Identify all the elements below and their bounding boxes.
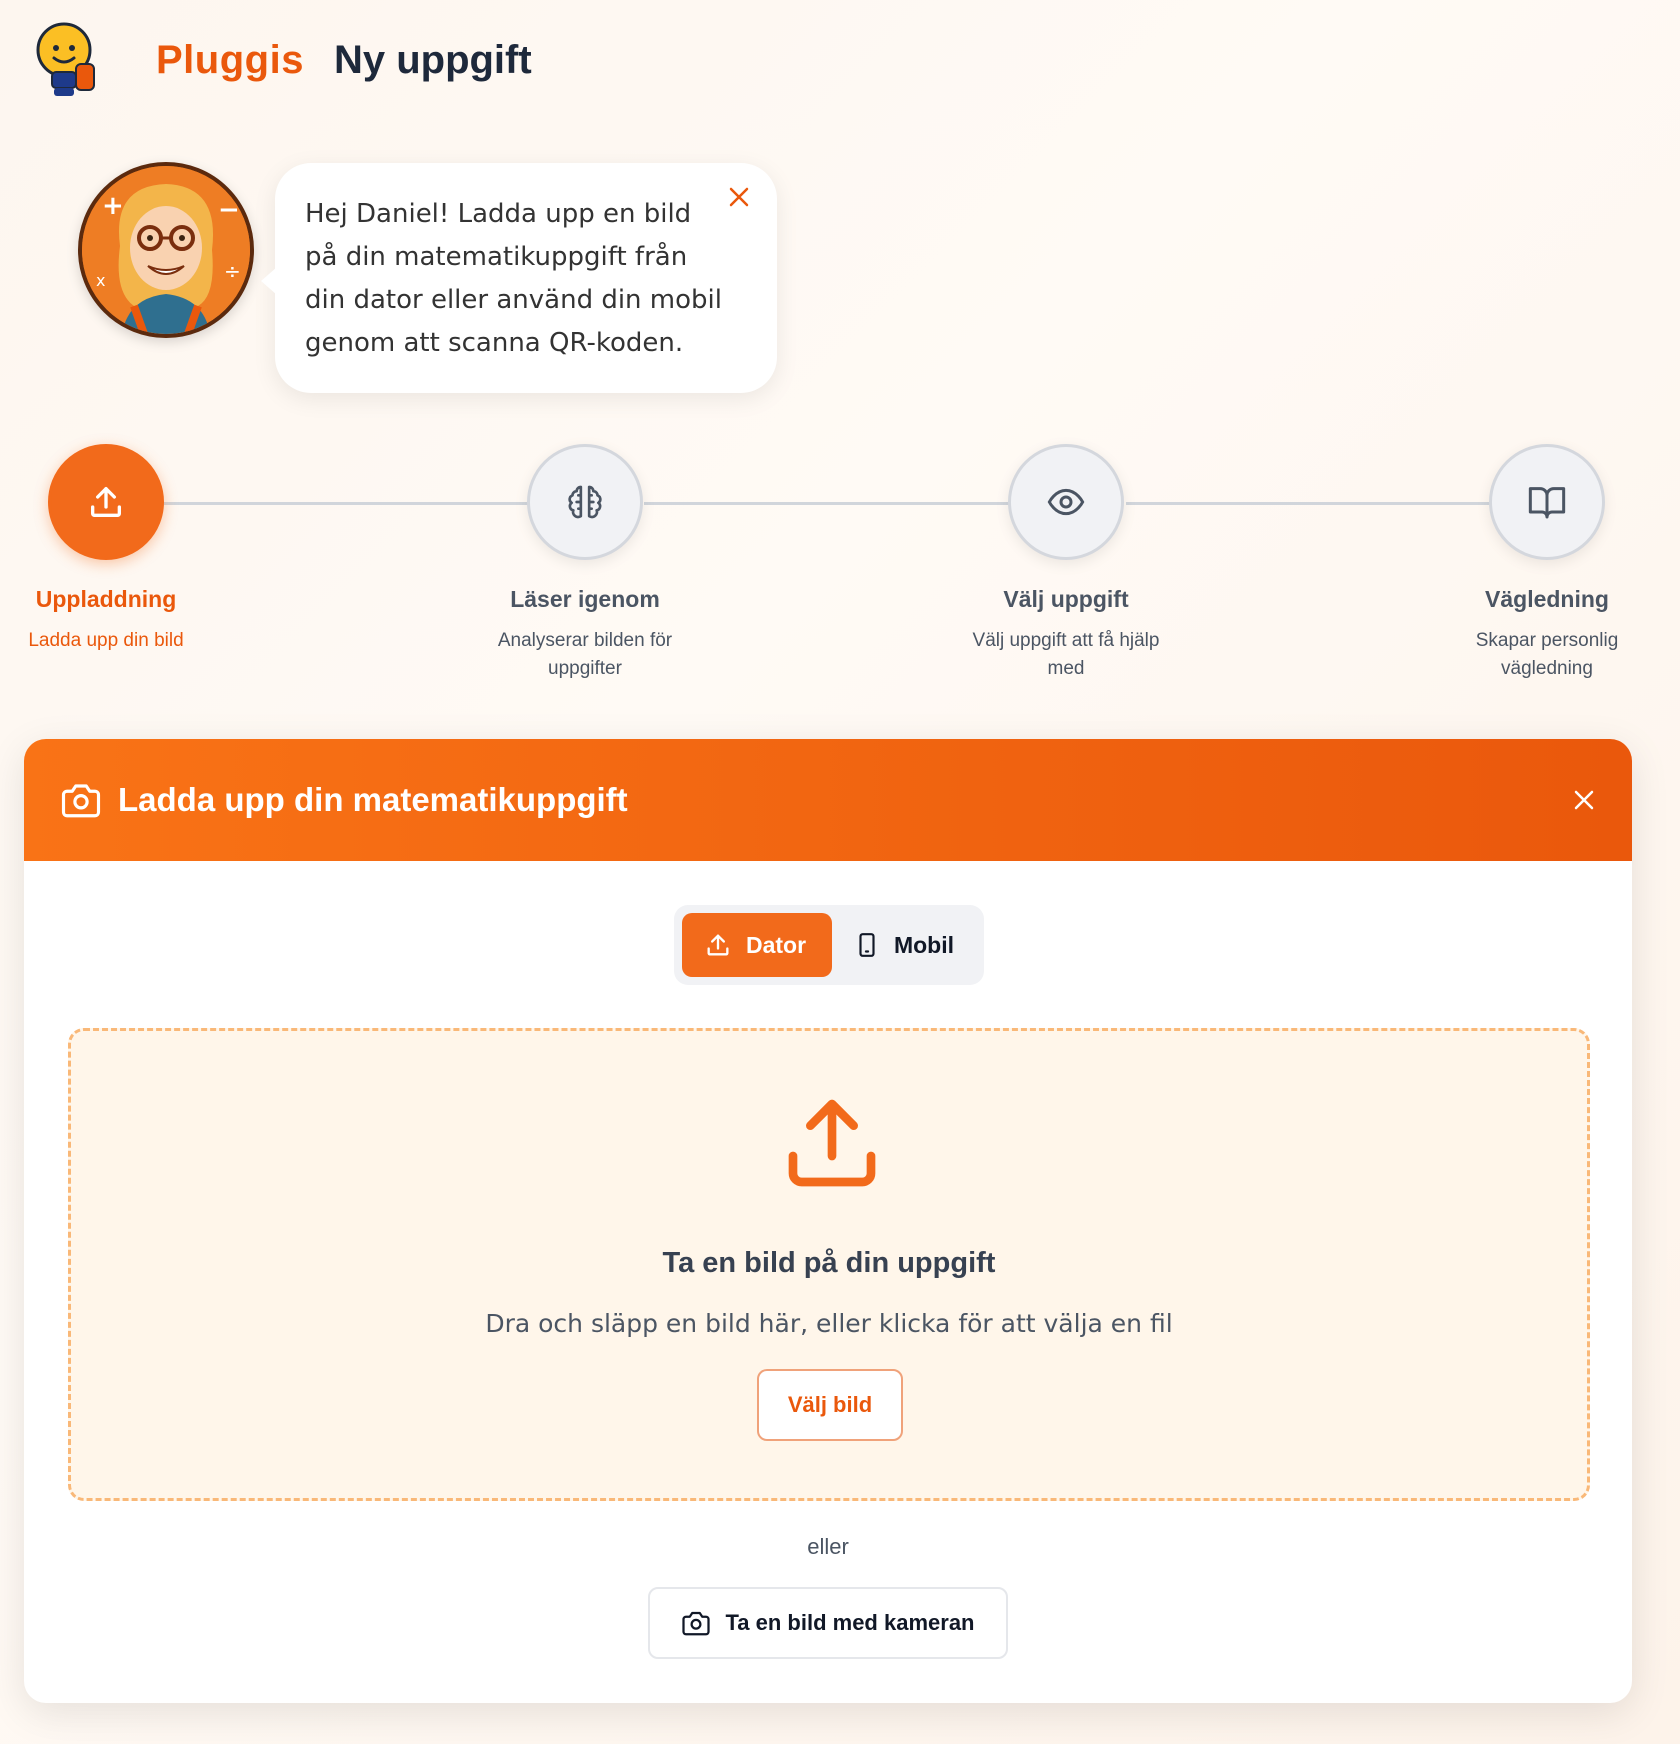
close-upload-button[interactable] <box>1564 780 1604 820</box>
smartphone-icon <box>859 933 875 957</box>
take-photo-label: Ta en bild med kameran <box>725 1610 975 1635</box>
step-circle <box>1008 444 1124 560</box>
lightbulb-logo-icon[interactable] <box>32 20 102 100</box>
source-toggle: Dator Mobil <box>674 905 984 985</box>
camera-icon <box>682 1611 711 1636</box>
toggle-mobil-label: Mobil <box>893 931 954 958</box>
file-dropzone[interactable]: Ta en bild på din uppgift Dra och släpp … <box>68 1028 1590 1501</box>
step-circle <box>1489 444 1605 560</box>
tutor-avatar: + − x ÷ <box>78 162 254 338</box>
brain-icon <box>568 485 602 519</box>
close-icon <box>729 187 749 207</box>
brand-name[interactable]: Pluggis <box>156 38 304 83</box>
or-divider-text: eller <box>807 1534 849 1559</box>
take-photo-button[interactable]: Ta en bild med kameran <box>648 1587 1008 1659</box>
progress-stepper: Uppladdning Ladda upp din bild Läser ige… <box>0 444 1680 684</box>
book-icon <box>1528 487 1566 519</box>
step-title: Läser igenom <box>510 586 660 612</box>
upload-icon <box>707 934 729 956</box>
upload-card: Ladda upp din matematikuppgift Dator Mob… <box>24 739 1632 1703</box>
step-upload: Uppladdning Ladda upp din bild <box>0 444 236 655</box>
upload-icon <box>780 1091 884 1195</box>
step-circle <box>527 444 643 560</box>
upload-card-header: Ladda upp din matematikuppgift <box>24 739 1632 861</box>
step-subtitle: Välj uppgift att få hjälp med <box>972 630 1160 679</box>
toggle-dator-label: Dator <box>746 931 807 958</box>
svg-text:−: − <box>218 195 240 225</box>
svg-text:x: x <box>96 271 105 290</box>
step-title: Uppladdning <box>35 586 177 612</box>
toggle-dator[interactable]: Dator <box>682 913 832 977</box>
camera-icon <box>61 784 101 818</box>
step-title: Vägledning <box>1485 586 1609 612</box>
step-guidance: Vägledning Skapar personlig vägledning <box>1417 444 1677 683</box>
toggle-mobil[interactable]: Mobil <box>832 913 976 977</box>
tutor-message: Hej Daniel! Ladda upp en bild på din mat… <box>305 199 722 358</box>
dropzone-description: Dra och släpp en bild här, eller klicka … <box>485 1309 1173 1338</box>
tutor-speech-bubble: Hej Daniel! Ladda upp en bild på din mat… <box>261 163 777 393</box>
step-subtitle: Analyserar bilden för uppgifter <box>497 630 673 679</box>
step-title: Välj uppgift <box>1003 586 1129 612</box>
step-analyze: Läser igenom Analyserar bilden för uppgi… <box>455 444 715 683</box>
upload-card-title: Ladda upp din matematikuppgift <box>118 781 628 818</box>
dropzone-title: Ta en bild på din uppgift <box>662 1247 996 1279</box>
step-select: Välj uppgift Välj uppgift att få hjälp m… <box>936 444 1196 683</box>
choose-image-button[interactable]: Välj bild <box>757 1369 903 1441</box>
upload-icon <box>91 487 122 517</box>
step-subtitle: Ladda upp din bild <box>28 630 184 651</box>
step-circle <box>48 444 164 560</box>
svg-text:÷: ÷ <box>224 259 241 283</box>
close-bubble-button[interactable] <box>721 179 757 215</box>
step-subtitle: Skapar personlig vägledning <box>1475 630 1619 679</box>
close-icon <box>1574 790 1594 810</box>
app-header: Pluggis Ny uppgift <box>32 20 532 100</box>
eye-icon <box>1047 488 1085 516</box>
page-title: Ny uppgift <box>333 37 532 82</box>
